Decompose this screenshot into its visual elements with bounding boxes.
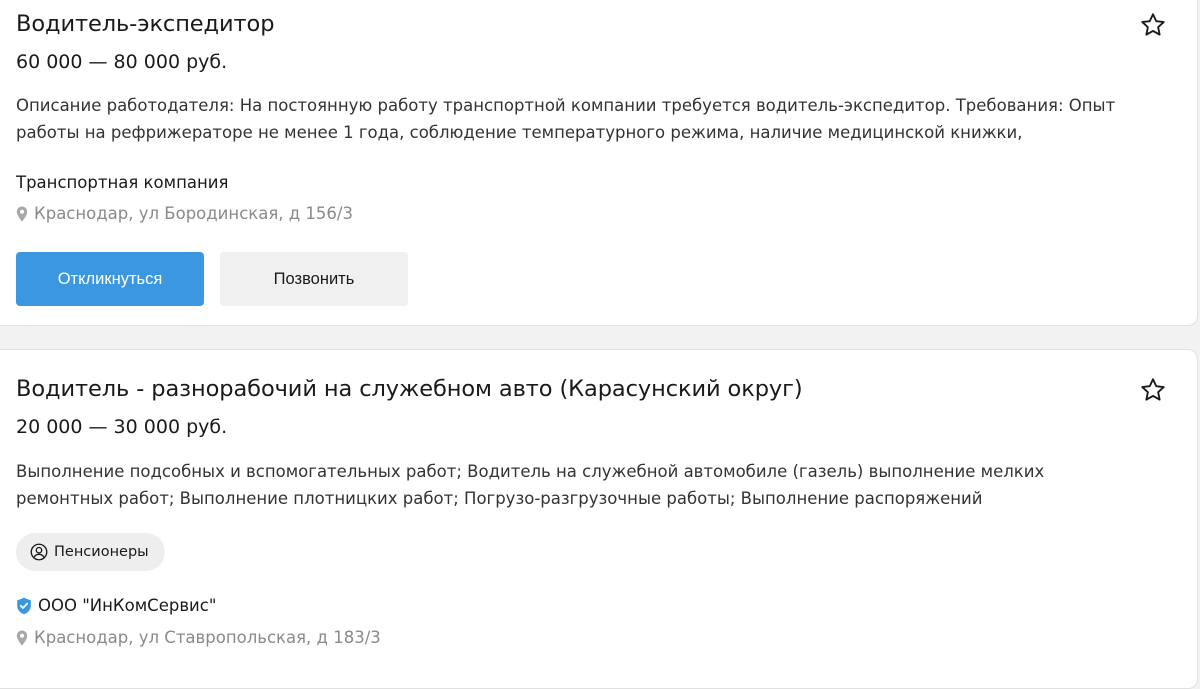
call-button[interactable]: Позвонить [220, 252, 408, 306]
company-label: ООО "ИнКомСервис" [38, 596, 217, 615]
map-pin-icon [16, 630, 28, 645]
vacancy-description: Описание работодателя: На постоянную раб… [16, 92, 1176, 146]
vacancy-salary: 60 000 — 80 000 руб. [16, 51, 228, 73]
description-line: ремонтных работ; Выполнение плотницких р… [16, 489, 983, 508]
address-label: Краснодар, ул Бородинская, д 156/3 [34, 204, 353, 223]
audience-tag[interactable]: Пенсионеры [16, 533, 165, 571]
verified-shield-icon [17, 597, 31, 614]
map-pin-icon [16, 206, 28, 221]
star-outline-icon[interactable] [1139, 376, 1167, 404]
vacancy-title[interactable]: Водитель - разнорабочий на служебном авт… [16, 376, 803, 402]
description-line: Выполнение подсобных и вспомогательных р… [16, 462, 1045, 481]
user-circle-icon [30, 543, 48, 561]
vacancy-card[interactable]: Водитель-экспедитор 60 000 — 80 000 руб.… [0, 0, 1198, 326]
star-outline-icon[interactable] [1139, 11, 1167, 39]
description-line: работы на рефрижераторе не менее 1 года,… [16, 123, 1023, 142]
vacancy-card[interactable]: Водитель - разнорабочий на служебном авт… [0, 349, 1198, 689]
vacancy-description: Выполнение подсобных и вспомогательных р… [16, 458, 1176, 512]
vacancy-address: Краснодар, ул Ставропольская, д 183/3 [16, 628, 381, 647]
vacancy-salary: 20 000 — 30 000 руб. [16, 416, 228, 438]
apply-button[interactable]: Откликнуться [16, 252, 204, 306]
vacancy-address: Краснодар, ул Бородинская, д 156/3 [16, 204, 353, 223]
company-name[interactable]: ООО "ИнКомСервис" [16, 596, 216, 615]
address-label: Краснодар, ул Ставропольская, д 183/3 [34, 628, 381, 647]
company-name[interactable]: Транспортная компания [16, 173, 228, 192]
vacancy-title[interactable]: Водитель-экспедитор [16, 11, 274, 37]
description-line: Описание работодателя: На постоянную раб… [16, 96, 1116, 115]
tag-label: Пенсионеры [54, 544, 149, 560]
company-label: Транспортная компания [16, 173, 229, 192]
